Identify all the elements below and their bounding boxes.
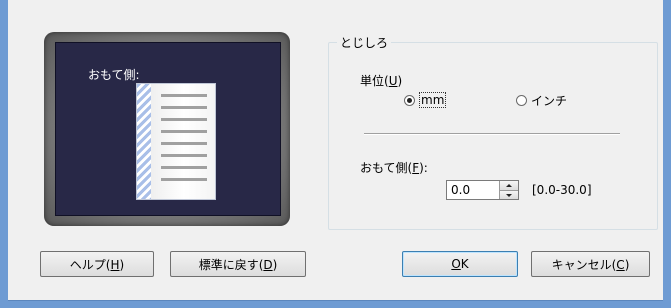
spin-buttons <box>499 181 518 199</box>
text-line <box>161 166 207 169</box>
front-side-label: おもて側(F): <box>360 161 428 175</box>
binding-margin-strip <box>137 84 151 199</box>
preview-side-label: おもて側: <box>88 68 140 82</box>
divider <box>364 133 620 135</box>
radio-button-icon[interactable] <box>404 94 415 106</box>
text-line <box>161 106 207 109</box>
cancel-button[interactable]: キャンセル(C) <box>531 251 650 277</box>
arrow-down-icon <box>506 193 512 197</box>
dialog-window: おもて側: とじしろ 単位(U) mm インチ おもて側(F): 0.0 [0.… <box>8 0 663 301</box>
unit-option-label: インチ <box>531 94 568 108</box>
text-line <box>161 118 207 121</box>
reset-default-button[interactable]: 標準に戻す(D) <box>170 251 306 277</box>
group-title: とじしろ <box>337 34 392 51</box>
unit-radio-mm[interactable]: mm <box>404 92 447 108</box>
text-line <box>161 178 207 181</box>
unit-label: 単位(U) <box>360 74 403 88</box>
text-line <box>161 94 207 97</box>
preview-panel: おもて側: <box>44 32 290 226</box>
front-range-text: [0.0-30.0] <box>532 183 592 197</box>
text-line <box>161 154 207 157</box>
unit-radio-inch[interactable]: インチ <box>516 92 567 109</box>
radio-button-icon[interactable] <box>516 95 527 106</box>
spin-down-button[interactable] <box>500 190 518 199</box>
binding-margin-group <box>328 42 658 230</box>
front-margin-input[interactable] <box>447 181 501 199</box>
text-line <box>161 142 207 145</box>
unit-option-label: mm <box>419 92 447 108</box>
spin-up-button[interactable] <box>500 181 518 190</box>
ok-button[interactable]: OK <box>402 251 518 277</box>
help-button[interactable]: ヘルプ(H) <box>40 251 154 277</box>
front-margin-spinbox[interactable] <box>446 180 519 200</box>
text-line <box>161 130 207 133</box>
page-preview-icon <box>136 83 216 200</box>
arrow-up-icon <box>506 184 512 187</box>
preview-screen: おもて側: <box>55 42 281 216</box>
